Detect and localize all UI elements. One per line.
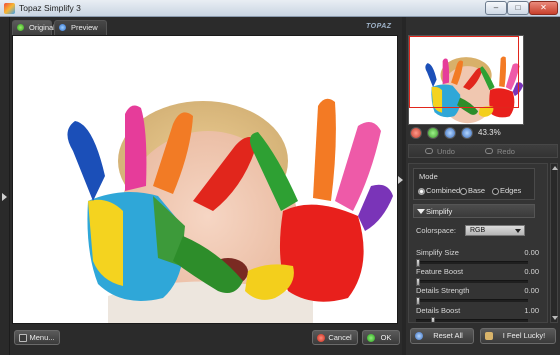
collapse-triangle-icon xyxy=(417,209,425,214)
redo-arrow-icon xyxy=(485,148,493,154)
title-bar: Topaz Simplify 3 – □ ✕ xyxy=(0,0,560,17)
history-bar: Undo Redo xyxy=(408,144,558,158)
slider-value: 0.00 xyxy=(524,267,539,276)
expand-left-arrow-icon[interactable] xyxy=(2,193,7,201)
zoom-in-icon[interactable] xyxy=(427,127,439,139)
slider-thumb[interactable] xyxy=(416,297,420,305)
mode-group: Mode Combined Base Edges xyxy=(413,168,535,200)
blue-dot-icon xyxy=(59,24,66,31)
slider-value: 0.00 xyxy=(524,286,539,295)
simplify-section-title: Simplify xyxy=(426,207,453,216)
green-dot-icon xyxy=(17,24,24,31)
slider-label: Details Strength xyxy=(416,286,470,295)
mode-radio-edges[interactable]: Edges xyxy=(492,186,521,195)
scroll-down-icon[interactable] xyxy=(552,316,558,320)
topaz-logo: TOPAZ xyxy=(366,23,392,30)
mode-radio-base[interactable]: Base xyxy=(460,186,485,195)
reset-all-label: Reset All xyxy=(433,331,463,340)
navigator-thumbnail[interactable] xyxy=(408,35,524,125)
cancel-icon xyxy=(317,334,325,342)
zoom-out-icon[interactable] xyxy=(410,127,422,139)
settings-scroll-area: Mode Combined Base Edges Simplify Colors… xyxy=(408,163,548,323)
cancel-button[interactable]: Cancel xyxy=(312,330,358,345)
ok-button[interactable]: OK xyxy=(362,330,400,345)
details-strength-slider[interactable] xyxy=(416,297,528,305)
colorspace-value: RGB xyxy=(470,227,486,234)
menu-icon xyxy=(19,334,27,342)
lucky-icon xyxy=(485,332,493,340)
slider-value: 0.00 xyxy=(524,248,539,257)
redo-button[interactable]: Redo xyxy=(497,147,515,156)
mode-title: Mode xyxy=(419,172,438,181)
tab-original[interactable]: Original xyxy=(12,20,55,35)
slider-thumb[interactable] xyxy=(416,278,420,286)
simplify-section-header[interactable]: Simplify xyxy=(413,204,535,218)
left-collapse-strip[interactable] xyxy=(0,17,10,355)
preview-canvas[interactable] xyxy=(12,35,398,324)
tab-original-label: Original xyxy=(29,23,55,32)
collapse-panel-arrow-icon[interactable] xyxy=(398,176,403,184)
menu-button[interactable]: Menu... xyxy=(14,330,60,345)
cancel-button-label: Cancel xyxy=(328,333,352,342)
check-icon xyxy=(367,334,375,342)
i-feel-lucky-button[interactable]: I Feel Lucky! xyxy=(480,328,556,344)
slider-thumb[interactable] xyxy=(431,317,435,322)
slider-label: Simplify Size xyxy=(416,248,459,257)
bottom-bar: Menu... Cancel OK xyxy=(10,324,402,355)
zoom-level: 43.3% xyxy=(478,128,501,137)
settings-panel: 43.3% Undo Redo Mode Combined Base Edges… xyxy=(406,17,560,355)
slider-label: Feature Boost xyxy=(416,267,464,276)
colorspace-select[interactable]: RGB xyxy=(465,225,525,236)
menu-button-label: Menu... xyxy=(29,333,55,342)
i-feel-lucky-label: I Feel Lucky! xyxy=(502,331,546,340)
undo-arrow-icon xyxy=(425,148,433,154)
tab-preview-label: Preview xyxy=(71,23,98,32)
preview-photo xyxy=(13,36,397,323)
ok-button-label: OK xyxy=(380,333,392,342)
zoom-100-icon[interactable] xyxy=(461,127,473,139)
navigator-viewport-frame[interactable] xyxy=(409,36,519,108)
slider-value: 1.00 xyxy=(524,306,539,315)
mode-radio-combined[interactable]: Combined xyxy=(418,186,460,195)
simplify-size-slider[interactable] xyxy=(416,259,528,267)
chevron-down-icon xyxy=(515,229,521,233)
colorspace-label: Colorspace: xyxy=(416,226,457,235)
window-title: Topaz Simplify 3 xyxy=(19,3,81,13)
reset-all-button[interactable]: Reset All xyxy=(410,328,474,344)
feature-boost-slider[interactable] xyxy=(416,278,528,286)
close-button[interactable]: ✕ xyxy=(529,1,558,15)
slider-thumb[interactable] xyxy=(416,259,420,267)
minimize-button[interactable]: – xyxy=(485,1,507,15)
zoom-fit-icon[interactable] xyxy=(444,127,456,139)
details-boost-slider[interactable] xyxy=(416,317,528,322)
maximize-button[interactable]: □ xyxy=(507,1,529,15)
undo-button[interactable]: Undo xyxy=(437,147,455,156)
scroll-up-icon[interactable] xyxy=(552,166,558,170)
tab-preview[interactable]: Preview xyxy=(54,20,107,35)
settings-scrollbar[interactable] xyxy=(550,163,558,323)
reset-icon xyxy=(415,332,423,340)
app-icon xyxy=(4,3,15,14)
slider-label: Details Boost xyxy=(416,306,461,315)
